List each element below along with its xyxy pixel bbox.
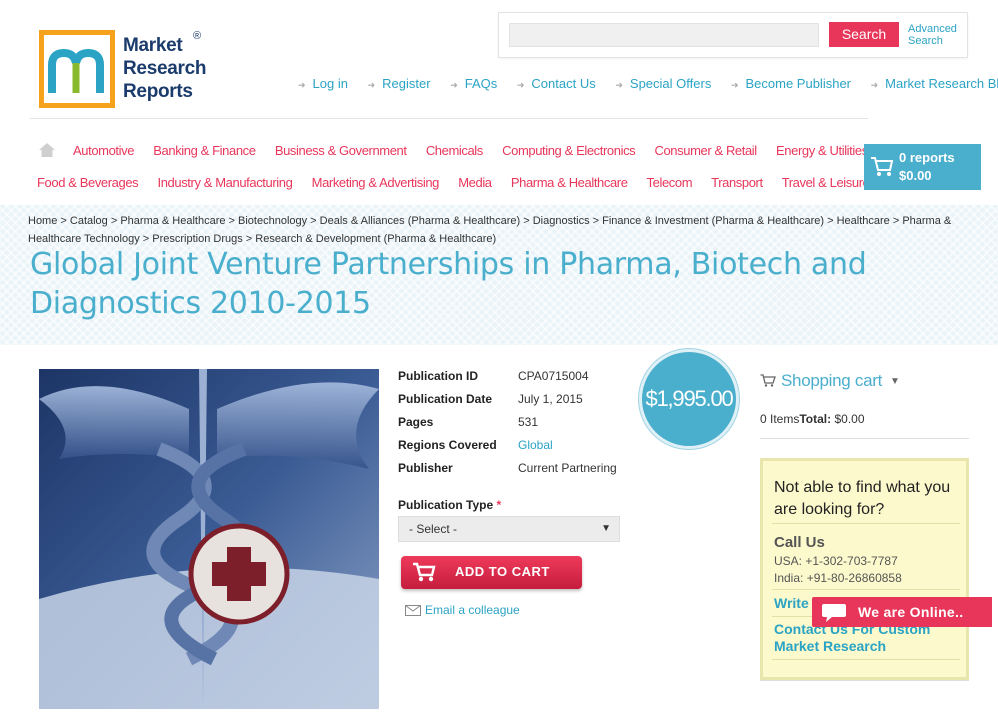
email-colleague-link[interactable]: Email a colleague <box>405 603 520 617</box>
detail-label: Regions Covered <box>398 438 497 452</box>
help-divider <box>772 659 960 660</box>
nav-banking-finance[interactable]: Banking & Finance <box>153 143 256 158</box>
title-banner: Home > Catalog > Pharma & Healthcare > B… <box>0 205 998 345</box>
top-links: ➜ Log in ➜ Register ➜ FAQs ➜ Contact Us ➜ Spe… <box>298 76 998 91</box>
site-header: Market Research Reports ® Search Advance… <box>0 0 998 205</box>
contact-us-link[interactable]: ➜ Contact Us <box>517 76 596 91</box>
blog-link[interactable]: ➜Market Research Blog <box>871 76 998 91</box>
nav-pharma-healthcare[interactable]: Pharma & Healthcare <box>511 175 628 190</box>
header-cart-button[interactable]: 0 reports $0.00 <box>864 144 981 190</box>
sidebar-divider <box>760 680 969 681</box>
header-divider <box>30 118 868 119</box>
search-button[interactable]: Search <box>829 22 899 47</box>
header-cart-count: 0 reports <box>899 150 955 165</box>
logo-mark <box>39 30 115 108</box>
envelope-icon <box>405 605 421 617</box>
search-box: Search Advanced Search <box>498 12 968 58</box>
home-icon[interactable] <box>38 142 56 158</box>
special-offers-link[interactable]: ➜ Special Offers <box>615 76 711 91</box>
site-logo[interactable]: Market Research Reports ® <box>39 30 214 110</box>
detail-label: Publisher <box>398 461 453 475</box>
breadcrumb[interactable]: Home > Catalog > Pharma & Healthcare > B… <box>28 212 968 248</box>
cart-icon <box>871 157 894 176</box>
cart-icon <box>413 562 436 582</box>
sidebar-cart-summary: 0 ItemsTotal: $0.00 <box>760 412 865 426</box>
category-nav-row-2: Food & Beverages Industry & Manufacturin… <box>37 175 885 190</box>
nav-industry-manufacturing[interactable]: Industry & Manufacturing <box>158 175 293 190</box>
header-cart-total: $0.00 <box>899 168 932 183</box>
nav-consumer-retail[interactable]: Consumer & Retail <box>654 143 757 158</box>
detail-value: Current Partnering <box>518 461 617 475</box>
detail-value: CPA0715004 <box>518 369 589 383</box>
price-badge: $1,995.00 <box>639 349 739 449</box>
help-box: Not able to find what you are looking fo… <box>760 458 969 680</box>
phone-india: India: +91-80-26860858 <box>774 571 902 585</box>
registered-mark: ® <box>193 30 202 42</box>
chevron-down-icon: ▼ <box>890 376 900 388</box>
product-image <box>39 369 379 709</box>
nav-travel-leisure[interactable]: Travel & Leisure <box>782 175 870 190</box>
nav-telecom[interactable]: Telecom <box>647 175 693 190</box>
nav-computing-electronics[interactable]: Computing & Electronics <box>502 143 636 158</box>
chat-bubble-icon <box>822 604 846 622</box>
detail-label: Publication Date <box>398 392 493 406</box>
live-chat-button[interactable]: We are Online.. <box>812 597 992 627</box>
login-link[interactable]: ➜ Log in <box>298 76 348 91</box>
nav-marketing-advertising[interactable]: Marketing & Advertising <box>312 175 440 190</box>
become-publisher-link[interactable]: ➜ Become Publisher <box>731 76 851 91</box>
shopping-cart-heading[interactable]: Shopping cart ▼ <box>760 371 900 391</box>
phone-usa: USA: +1-302-703-7787 <box>774 554 898 568</box>
nav-media[interactable]: Media <box>458 175 492 190</box>
nav-chemicals[interactable]: Chemicals <box>426 143 483 158</box>
sidebar-divider <box>760 438 969 439</box>
advanced-search-link[interactable]: Advanced Search <box>908 23 957 47</box>
chevron-down-icon: ▼ <box>601 523 611 534</box>
help-divider <box>772 589 960 590</box>
call-us-heading: Call Us <box>774 534 825 551</box>
region-link[interactable]: Global <box>518 438 553 452</box>
search-input[interactable] <box>509 23 819 47</box>
faqs-link[interactable]: ➜ FAQs <box>450 76 497 91</box>
nav-business-government[interactable]: Business & Government <box>275 143 407 158</box>
help-question: Not able to find what you are looking fo… <box>774 479 951 518</box>
nav-transport[interactable]: Transport <box>711 175 763 190</box>
category-nav-row-1: Automotive Banking & Finance Business & … <box>73 143 884 158</box>
logo-wordmark: Market Research Reports <box>123 35 207 102</box>
publication-type-select[interactable]: - Select - ▼ <box>398 516 620 542</box>
detail-label: Publication ID <box>398 369 479 383</box>
detail-value: 531 <box>518 415 539 429</box>
cart-icon <box>760 374 776 387</box>
register-link[interactable]: ➜ Register <box>368 76 431 91</box>
publication-type-label: Publication Type * <box>398 498 502 512</box>
detail-label: Pages <box>398 415 434 429</box>
nav-energy-utilities[interactable]: Energy & Utilities <box>776 143 868 158</box>
nav-automotive[interactable]: Automotive <box>73 143 134 158</box>
nav-food-beverages[interactable]: Food & Beverages <box>37 175 139 190</box>
detail-value: July 1, 2015 <box>518 392 583 406</box>
help-divider <box>772 523 960 524</box>
add-to-cart-button[interactable]: ADD TO CART <box>401 556 582 589</box>
page-title: Global Joint Venture Partnerships in Pha… <box>30 247 867 321</box>
